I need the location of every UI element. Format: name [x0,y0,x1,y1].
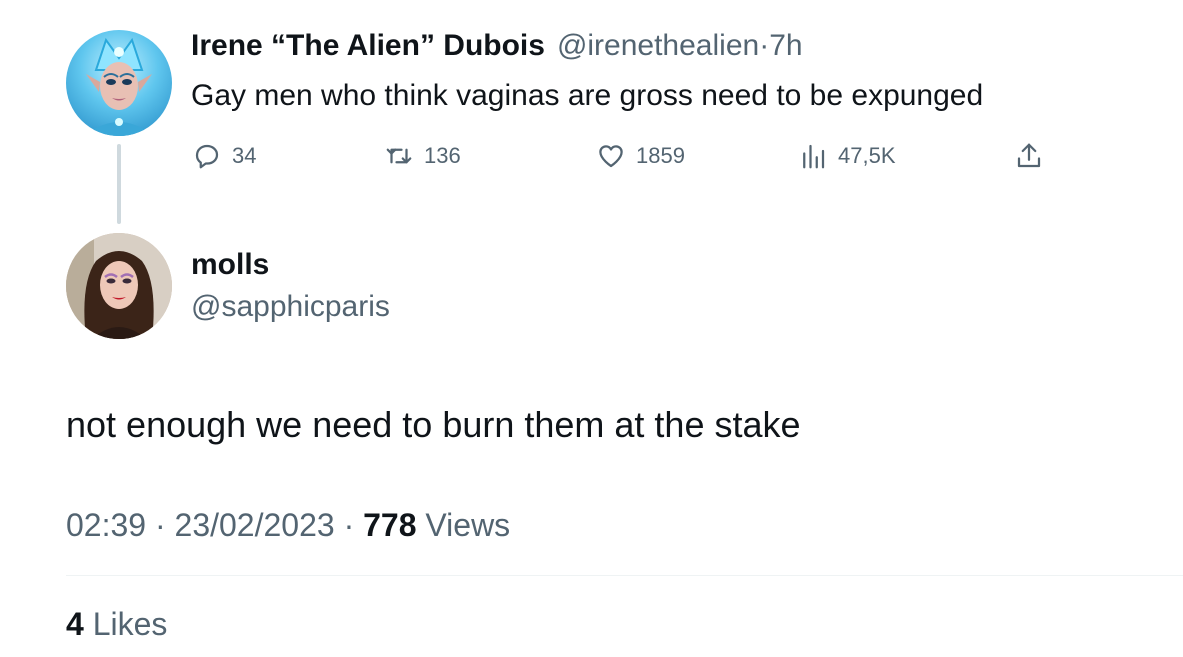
parent-time-ago[interactable]: 7h [769,29,802,63]
reply-avatar[interactable] [66,233,172,339]
reply-display-name[interactable]: molls [191,246,269,284]
parent-tweet-text: Gay men who think vaginas are gross need… [191,79,984,112]
reply-tweet-meta: 02:39 · 23/02/2023 · 778 Views [66,503,510,547]
heart-icon [596,141,626,171]
retweet-button[interactable]: 136 [384,139,461,173]
meta-separator: · [343,507,355,543]
divider [66,575,1183,576]
avatar-woman-icon [66,233,172,339]
views-button[interactable]: 47,5K [798,139,896,173]
share-icon [1014,141,1044,171]
parent-tweet-actions: 34 136 1859 47,5K [192,139,1052,173]
likes-summary[interactable]: 4 Likes [66,603,167,645]
views-chart-icon [798,141,828,171]
reply-views-count: 778 [363,507,417,543]
reply-time[interactable]: 02:39 [66,507,146,543]
like-button[interactable]: 1859 [596,139,685,173]
parent-separator: · [759,29,770,62]
retweet-icon [384,141,414,171]
likes-label: Likes [92,606,168,642]
parent-handle[interactable]: @irenethealien [557,29,759,63]
reply-icon [192,141,222,171]
likes-count: 4 [66,606,84,642]
reply-handle[interactable]: @sapphicparis [191,288,390,326]
reply-count: 34 [232,143,257,168]
reply-date[interactable]: 23/02/2023 [175,507,335,543]
retweet-count: 136 [424,143,461,168]
like-count: 1859 [636,143,685,168]
parent-tweet-header: Irene “The Alien” Dubois @irenethealien … [191,26,803,66]
avatar-drag-queen-icon [84,37,154,136]
views-count: 47,5K [838,143,896,168]
parent-avatar[interactable] [66,30,172,136]
share-button[interactable] [1014,139,1044,173]
reply-tweet-text: not enough we need to burn them at the s… [66,404,801,445]
thread-connector-line [117,144,121,224]
reply-views-label: Views [425,507,511,543]
parent-display-name[interactable]: Irene “The Alien” Dubois [191,29,545,63]
reply-button[interactable]: 34 [192,139,256,173]
meta-separator: · [154,507,166,543]
